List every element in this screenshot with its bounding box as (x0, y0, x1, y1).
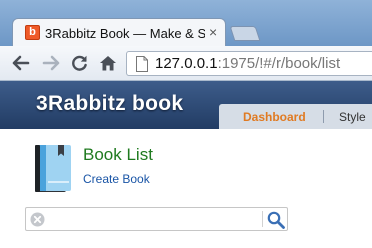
tab-close-icon[interactable]: × (209, 24, 217, 40)
back-button[interactable] (11, 54, 31, 72)
url-text: 127.0.0.1:1975/!#/r/book/list (155, 56, 340, 72)
new-tab-button[interactable] (229, 26, 261, 41)
create-book-link[interactable]: Create Book (83, 172, 150, 186)
tab-title: 3Rabbitz Book — Make & Share (45, 26, 205, 41)
arrow-left-icon (12, 55, 30, 71)
forward-button[interactable] (41, 54, 61, 72)
browser-toolbar: 127.0.0.1:1975/!#/r/book/list (0, 46, 372, 81)
address-bar[interactable]: 127.0.0.1:1975/!#/r/book/list (126, 51, 372, 76)
reload-button[interactable] (70, 54, 90, 72)
search-box (25, 207, 288, 231)
nav-item-style[interactable]: Style (339, 110, 366, 124)
page-title: Book List (83, 145, 153, 164)
home-button[interactable] (98, 54, 118, 72)
nav-divider (323, 110, 324, 123)
favicon-icon: b (25, 25, 40, 40)
url-host: 127.0.0.1 (155, 55, 218, 72)
search-input[interactable] (52, 210, 256, 228)
main-nav: Dashboard Style (219, 104, 372, 129)
site-logo[interactable]: 3Rabbitz book (36, 92, 183, 116)
magnifier-icon[interactable] (266, 210, 286, 230)
reload-icon (72, 55, 87, 71)
page-icon (136, 56, 148, 72)
search-divider (262, 211, 263, 227)
arrow-right-icon (42, 55, 60, 71)
nav-item-dashboard[interactable]: Dashboard (243, 110, 306, 124)
url-path: :1975/!#/r/book/list (217, 55, 341, 72)
clear-icon[interactable] (30, 212, 45, 227)
browser-tab[interactable]: b 3Rabbitz Book — Make & Share × (12, 18, 226, 46)
site-header: 3Rabbitz book Dashboard Style (0, 81, 372, 129)
browser-tabstrip: b 3Rabbitz Book — Make & Share × (0, 0, 372, 46)
book-icon (35, 145, 71, 192)
home-icon (100, 56, 116, 71)
